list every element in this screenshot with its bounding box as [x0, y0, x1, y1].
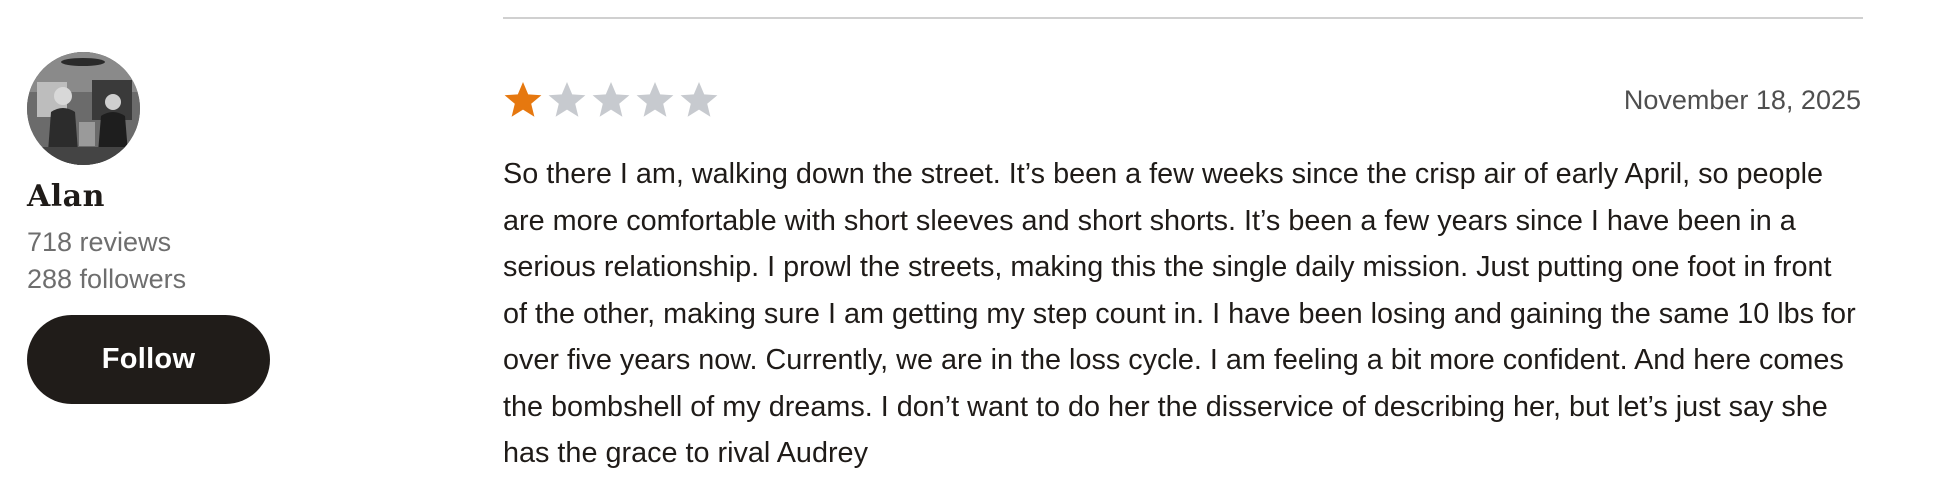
star-icon — [591, 80, 631, 120]
review-count: 718 reviews — [27, 227, 172, 257]
star-icon — [503, 80, 543, 120]
follower-count: 288 followers — [27, 264, 187, 294]
reviewer-card: Alan 718 reviews 288 followers Follow — [27, 52, 287, 404]
review-header: November 18, 2025 — [503, 76, 1863, 124]
follow-button[interactable]: Follow — [27, 315, 270, 404]
section-divider — [503, 17, 1863, 19]
review: November 18, 2025 So there I am, walking… — [503, 76, 1863, 477]
avatar[interactable] — [27, 52, 140, 165]
star-rating — [503, 80, 719, 120]
avatar-photo — [27, 52, 140, 165]
reviewer-stats: 718 reviews 288 followers — [27, 224, 287, 298]
star-icon — [635, 80, 675, 120]
star-icon — [679, 80, 719, 120]
reviewer-name[interactable]: Alan — [27, 179, 287, 214]
review-date: November 18, 2025 — [1623, 84, 1861, 115]
star-icon — [547, 80, 587, 120]
review-text: So there I am, walking down the street. … — [503, 158, 1856, 469]
